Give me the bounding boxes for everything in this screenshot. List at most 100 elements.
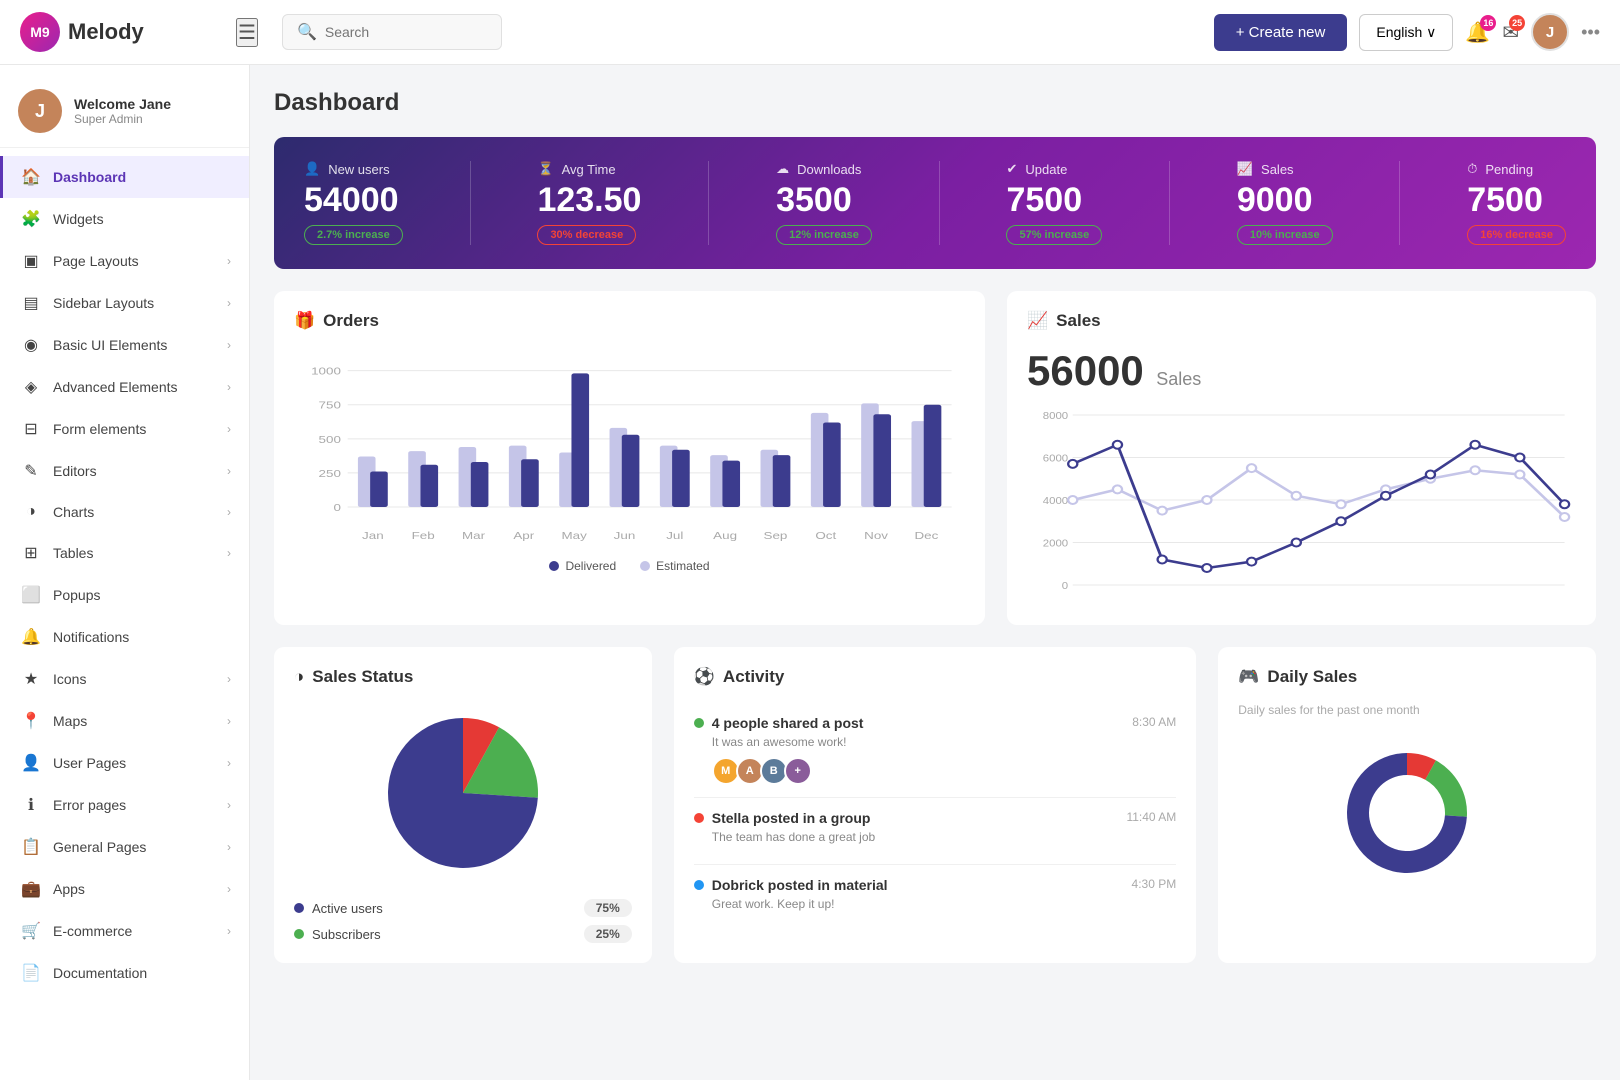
notif-mail-badge: 25	[1509, 15, 1525, 31]
stat-value: 7500	[1006, 183, 1082, 217]
sidebar-item-apps[interactable]: 💼 Apps ›	[0, 868, 249, 910]
stat-icon: 👤	[304, 161, 320, 177]
sidebar-username: Welcome Jane	[74, 96, 171, 112]
nav-arrow-icon: ›	[227, 464, 231, 478]
activity-header: Dobrick posted in material 4:30 PM	[694, 877, 1177, 893]
stat-divider	[708, 161, 709, 245]
pie-legend-value: 75%	[584, 899, 632, 917]
sidebar-item-maps[interactable]: 📍 Maps ›	[0, 700, 249, 742]
sidebar-item-popups[interactable]: ⬜ Popups	[0, 574, 249, 616]
sidebar-item-dashboard[interactable]: 🏠 Dashboard	[0, 156, 249, 198]
nav-icon: ◈	[21, 377, 41, 397]
nav-label: Charts	[53, 504, 215, 520]
nav-icon: ▣	[21, 251, 41, 271]
sidebar-item-documentation[interactable]: 📄 Documentation	[0, 952, 249, 994]
sidebar-item-editors[interactable]: ✎ Editors ›	[0, 450, 249, 492]
language-selector[interactable]: English ∨	[1359, 14, 1453, 51]
sales-card: 📈 Sales 56000 Sales 02000400060008000	[1007, 291, 1596, 625]
logo: M9 Melody	[20, 12, 220, 52]
daily-sales-card: 🎮 Daily Sales Daily sales for the past o…	[1218, 647, 1596, 963]
sidebar-user-info: Welcome Jane Super Admin	[74, 96, 171, 126]
sidebar-item-charts[interactable]: ◑ Charts ›	[0, 492, 249, 532]
stats-bar: 👤 New users 54000 2.7% increase ⏳ Avg Ti…	[274, 137, 1596, 269]
svg-text:Aug: Aug	[713, 530, 737, 542]
stat-value: 3500	[776, 183, 852, 217]
more-options-button[interactable]: •••	[1581, 22, 1600, 43]
nav-label: Apps	[53, 881, 215, 897]
activity-card: ⚽ Activity 4 people shared a post 8:30 A…	[674, 647, 1197, 963]
sidebar-item-basic-ui-elements[interactable]: ◉ Basic UI Elements ›	[0, 324, 249, 366]
search-input[interactable]	[325, 24, 475, 40]
pie-legend: Active users 75% Subscribers 25%	[294, 899, 632, 943]
act-avatar: +	[784, 757, 812, 785]
sidebar-item-notifications[interactable]: 🔔 Notifications	[0, 616, 249, 658]
sidebar-avatar: J	[18, 89, 62, 133]
activity-sub: The team has done a great job	[712, 830, 1177, 844]
nav-arrow-icon: ›	[227, 546, 231, 560]
stat-icon: ⏱	[1467, 161, 1477, 177]
svg-text:Oct: Oct	[815, 530, 837, 542]
daily-sales-title: 🎮 Daily Sales	[1238, 667, 1576, 687]
nav-label: Editors	[53, 463, 215, 479]
sidebar-item-icons[interactable]: ★ Icons ›	[0, 658, 249, 700]
sidebar-item-advanced-elements[interactable]: ◈ Advanced Elements ›	[0, 366, 249, 408]
stat-header: 📈 Sales	[1237, 161, 1294, 177]
main-layout: J Welcome Jane Super Admin 🏠 Dashboard 🧩…	[0, 65, 1620, 1080]
nav-icon: ✎	[21, 461, 41, 481]
stat-icon: 📈	[1237, 161, 1253, 177]
stat-item-avg-time: ⏳ Avg Time 123.50 30% decrease	[537, 161, 641, 245]
pie-chart-wrap	[294, 703, 632, 883]
sidebar-item-user-pages[interactable]: 👤 User Pages ›	[0, 742, 249, 784]
svg-text:8000: 8000	[1043, 411, 1068, 422]
stat-value: 7500	[1467, 183, 1543, 217]
stat-badge: 30% decrease	[537, 225, 636, 245]
sidebar-item-form-elements[interactable]: ⊟ Form elements ›	[0, 408, 249, 450]
sidebar-item-error-pages[interactable]: ℹ Error pages ›	[0, 784, 249, 826]
stat-value: 123.50	[537, 183, 641, 217]
stat-label: Downloads	[797, 162, 861, 177]
activity-item: Stella posted in a group 11:40 AM The te…	[694, 798, 1177, 865]
pie-legend-item: Active users 75%	[294, 899, 632, 917]
notif-bell-badge: 16	[1480, 15, 1496, 31]
lang-label: English ∨	[1376, 24, 1436, 41]
stat-header: ⏱ Pending	[1467, 161, 1533, 177]
sales-number: 56000	[1027, 347, 1144, 394]
activity-sub: It was an awesome work!	[712, 735, 1177, 749]
notification-mail-button[interactable]: ✉ 25	[1502, 20, 1519, 45]
sidebar-item-tables[interactable]: ⊞ Tables ›	[0, 532, 249, 574]
activity-title: ⚽ Activity	[694, 667, 1177, 687]
sidebar-item-sidebar-layouts[interactable]: ▤ Sidebar Layouts ›	[0, 282, 249, 324]
svg-text:Dec: Dec	[914, 530, 938, 542]
nav-arrow-icon: ›	[227, 254, 231, 268]
stat-item-new-users: 👤 New users 54000 2.7% increase	[304, 161, 403, 245]
stat-item-update: ✔ Update 7500 57% increase	[1006, 161, 1102, 245]
legend-estimated: Estimated	[640, 559, 709, 573]
nav-icon: 🏠	[21, 167, 41, 187]
notification-bell-button[interactable]: 🔔 16	[1465, 20, 1490, 45]
page-title: Dashboard	[274, 89, 1596, 117]
hamburger-button[interactable]: ☰	[236, 18, 258, 47]
avatar[interactable]: J	[1531, 13, 1569, 51]
nav-arrow-icon: ›	[227, 422, 231, 436]
activity-title-text: 4 people shared a post	[694, 715, 864, 731]
svg-text:0: 0	[333, 502, 341, 514]
sales-label-text: Sales	[1156, 369, 1201, 389]
nav-label: Documentation	[53, 965, 231, 981]
nav-icon: 📋	[21, 837, 41, 857]
stat-value: 54000	[304, 183, 399, 217]
search-box[interactable]: 🔍	[282, 14, 502, 50]
nav-icon: 📄	[21, 963, 41, 983]
sidebar-item-page-layouts[interactable]: ▣ Page Layouts ›	[0, 240, 249, 282]
sidebar-item-widgets[interactable]: 🧩 Widgets	[0, 198, 249, 240]
sidebar-item-e-commerce[interactable]: 🛒 E-commerce ›	[0, 910, 249, 952]
nav-icon: ◑	[21, 503, 41, 521]
svg-text:May: May	[561, 530, 586, 542]
svg-text:750: 750	[319, 399, 342, 411]
create-new-button[interactable]: + Create new	[1214, 14, 1348, 51]
activity-avatars: M A B +	[712, 757, 1177, 785]
stat-icon: ✔	[1006, 161, 1017, 177]
sidebar-item-general-pages[interactable]: 📋 General Pages ›	[0, 826, 249, 868]
svg-text:Jul: Jul	[666, 530, 683, 542]
nav-label: Form elements	[53, 421, 215, 437]
activity-time: 11:40 AM	[1126, 810, 1176, 824]
